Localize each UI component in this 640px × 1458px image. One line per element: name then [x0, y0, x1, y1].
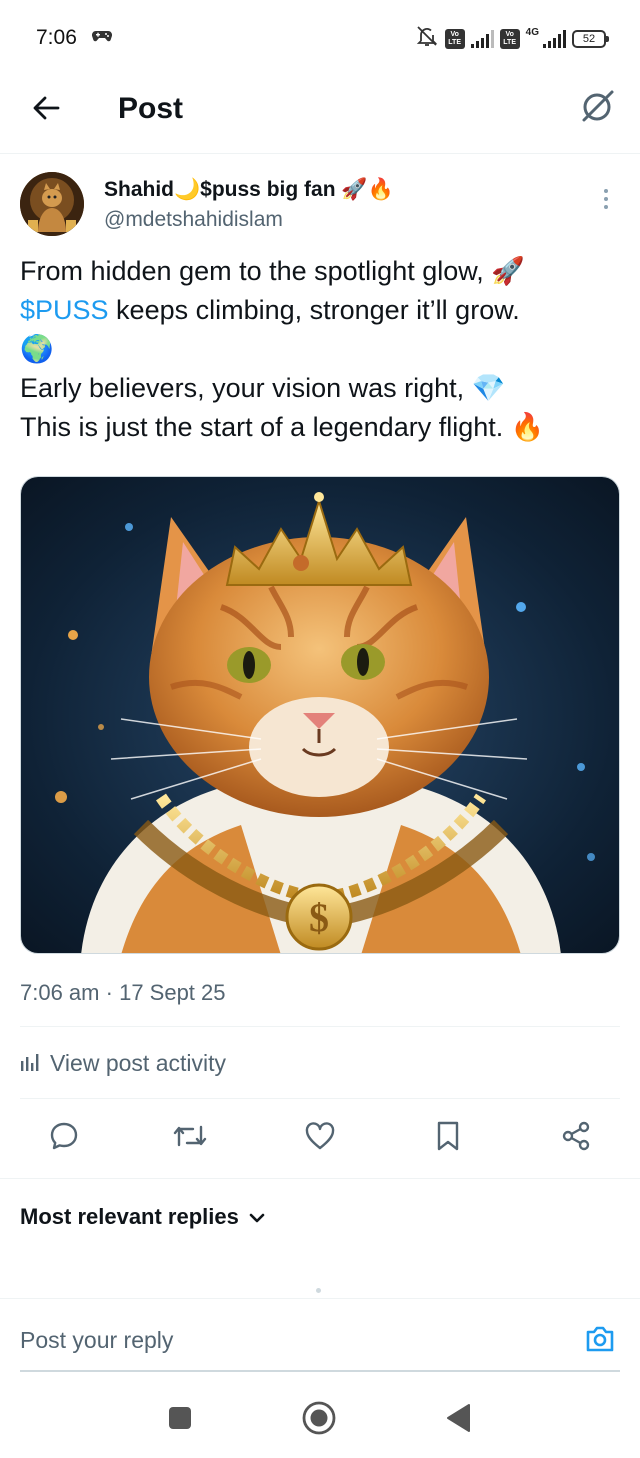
svg-text:$: $ — [309, 895, 329, 940]
share-icon — [560, 1120, 592, 1157]
scroll-indicator — [316, 1288, 321, 1293]
tweet-line-1: From hidden gem to the spotlight glow, 🚀 — [20, 256, 525, 286]
cashtag-link[interactable]: $PUSS — [20, 295, 109, 325]
battery-icon: 52 — [572, 29, 609, 48]
more-dot — [604, 205, 608, 209]
volte-icon-2: Vo LTE — [499, 28, 520, 49]
volte-icon: Vo LTE — [444, 28, 465, 49]
divider — [20, 1098, 620, 1099]
reply-button[interactable] — [44, 1118, 84, 1158]
reply-underline — [20, 1370, 620, 1372]
camera-icon — [584, 1325, 616, 1358]
more-options-button[interactable] — [594, 184, 618, 214]
like-button[interactable] — [300, 1118, 340, 1158]
game-controller-icon — [91, 29, 113, 48]
square-icon — [168, 1406, 192, 1435]
repost-icon — [173, 1121, 207, 1156]
tweet-text: From hidden gem to the spotlight glow, 🚀… — [20, 252, 620, 447]
page-title: Post — [118, 92, 184, 125]
reply-composer — [0, 1298, 640, 1372]
divider — [0, 1178, 640, 1179]
more-dot — [604, 197, 608, 201]
reply-input[interactable] — [20, 1327, 540, 1354]
status-indicators: Vo LTE Vo LTE 4G 52 — [415, 24, 609, 53]
post-date: 17 Sept 25 — [119, 980, 226, 1005]
post-time: 7:06 am — [20, 980, 100, 1005]
bar-chart-icon — [20, 1050, 40, 1077]
post-timestamp: 7:06 am · 17 Sept 25 — [20, 980, 226, 1006]
author-name[interactable]: Shahid🌙$puss big fan 🚀🔥 — [104, 178, 394, 202]
replies-sort-dropdown[interactable]: Most relevant replies — [20, 1204, 265, 1230]
system-nav-bar — [0, 1378, 640, 1458]
bookmark-button[interactable] — [428, 1118, 468, 1158]
tweet-line-3: 🌍 — [20, 334, 54, 364]
activity-label: View post activity — [50, 1050, 226, 1076]
grok-button[interactable] — [578, 88, 618, 128]
post-header: Post — [0, 70, 640, 154]
tweet-line-5: This is just the start of a legendary fl… — [20, 412, 545, 442]
meta-separator: · — [105, 980, 113, 1005]
comment-icon — [48, 1120, 80, 1157]
camera-button[interactable] — [582, 1325, 618, 1357]
grok-icon — [580, 88, 616, 129]
back-button[interactable] — [28, 92, 64, 128]
replies-sort-label: Most relevant replies — [20, 1204, 239, 1229]
repost-button[interactable] — [170, 1118, 210, 1158]
chevron-down-icon — [249, 1204, 265, 1230]
status-time: 7:06 — [36, 26, 77, 49]
bookmark-icon — [435, 1120, 461, 1157]
author-handle[interactable]: @mdetshahidislam — [104, 208, 283, 232]
tweet-image[interactable]: $ — [20, 476, 620, 954]
mute-bell-icon — [415, 24, 439, 53]
heart-icon — [304, 1121, 336, 1156]
author-name-suffix: $puss big fan — [200, 178, 336, 201]
author-name-text: Shahid — [104, 178, 175, 201]
network-type: 4G — [525, 27, 539, 38]
post-actions — [0, 1114, 640, 1164]
author-emoji: 🚀🔥 — [341, 178, 394, 201]
status-bar: 7:06 Vo LTE Vo LTE 4G 52 — [0, 0, 640, 70]
view-post-activity-button[interactable]: View post activity — [20, 1050, 226, 1077]
tweet-line-2-text: keeps climbing, stronger it’ll grow. — [108, 295, 520, 325]
back-nav-button[interactable] — [438, 1400, 478, 1440]
recent-apps-button[interactable] — [160, 1400, 200, 1440]
share-button[interactable] — [556, 1118, 596, 1158]
signal-icon-2 — [543, 29, 566, 48]
avatar[interactable] — [20, 172, 84, 236]
triangle-back-icon — [445, 1403, 471, 1438]
arrow-left-icon — [32, 94, 60, 127]
moon-emoji: 🌙 — [174, 178, 201, 201]
tweet-line-4: Early believers, your vision was right, … — [20, 373, 506, 403]
signal-icon — [470, 29, 494, 48]
home-circle-icon — [302, 1401, 336, 1440]
divider — [20, 1026, 620, 1027]
more-dot — [604, 189, 608, 193]
tweet-line-2: $PUSS keeps climbing, stronger it’ll gro… — [20, 291, 620, 330]
home-button[interactable] — [299, 1400, 339, 1440]
battery-level: 52 — [582, 32, 596, 45]
